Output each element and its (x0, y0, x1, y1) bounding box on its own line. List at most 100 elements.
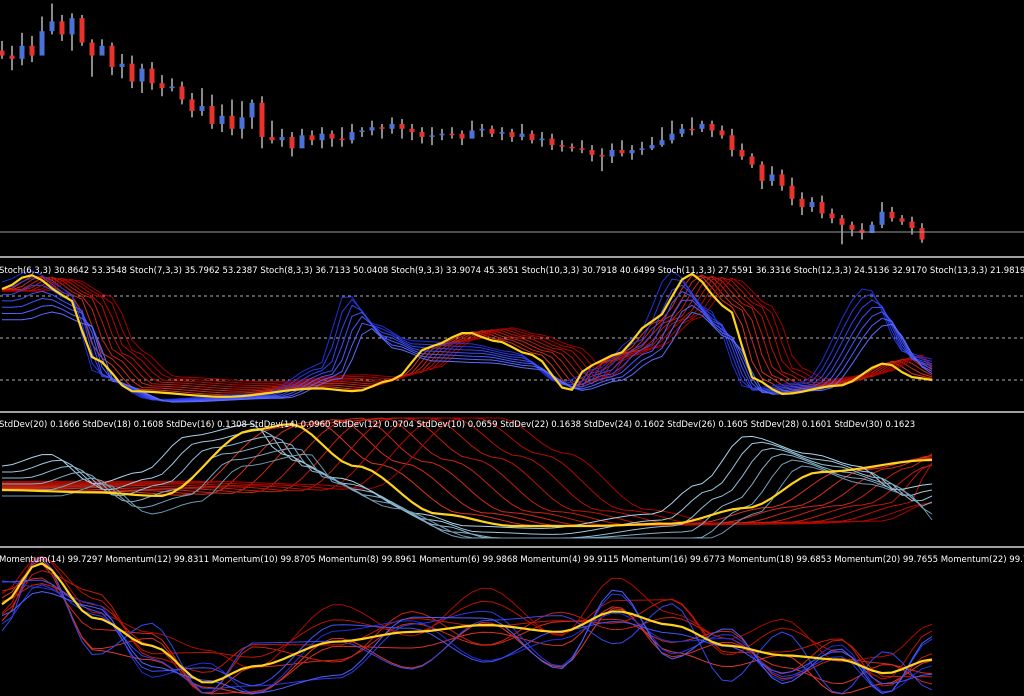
candle-body (729, 135, 735, 150)
legend-entry: StdDev(16) 0.1308 (166, 420, 250, 430)
candle-body (99, 45, 105, 56)
legend-entry: Momentum(14) 99.7297 (0, 555, 105, 565)
candle-body (619, 149, 625, 154)
candle-body (679, 128, 685, 134)
candle-body (199, 106, 205, 111)
candle-body (259, 102, 265, 137)
candle-body (319, 133, 325, 141)
candle-body (779, 174, 785, 186)
candle-body (889, 211, 895, 219)
candle-body (479, 128, 485, 131)
candle-body (289, 136, 295, 149)
legend-entry: Stoch(6,3,3) 30.8642 53.3548 (0, 266, 130, 276)
legend-entry: StdDev(10) 0.0659 (417, 420, 501, 430)
candle-body (49, 21, 55, 32)
candle-body (439, 133, 445, 136)
candle-body (159, 83, 165, 89)
candle-body (339, 138, 345, 141)
legend-entry: Momentum(12) 99.8311 (105, 555, 211, 565)
legend-entry: StdDev(20) 0.1666 (0, 420, 83, 430)
candle[interactable] (79, 14, 85, 46)
candle-body (689, 128, 695, 131)
candle-body (209, 106, 215, 124)
legend-entry: Momentum(8) 99.8961 (318, 555, 419, 565)
candle-body (749, 156, 755, 165)
legend-entry: Stoch(7,3,3) 35.7962 53.2387 (130, 266, 261, 276)
candle-body (409, 128, 415, 133)
candle-body (829, 213, 835, 219)
candle-body (569, 146, 575, 149)
legend-entry: Stoch(11,3,3) 27.5591 36.3316 (658, 266, 794, 276)
candle-body (449, 133, 455, 136)
candle-body (659, 140, 665, 146)
candle-body (79, 18, 85, 43)
candle-body (759, 164, 765, 181)
candle-body (649, 145, 655, 149)
legend-entry: Momentum(6) 99.9868 (419, 555, 520, 565)
legend-entry: Stoch(13,3,3) 21.9819 30.3442 (930, 266, 1024, 276)
candle-body (9, 55, 15, 59)
candle-body (909, 221, 915, 229)
candle-body (349, 132, 355, 141)
candle-body (609, 149, 615, 157)
legend-entry: StdDev(14) 0.0960 (250, 420, 334, 430)
candle-body (389, 123, 395, 129)
candle-body (839, 218, 845, 225)
candle-body (519, 133, 525, 137)
candle-body (559, 145, 565, 147)
candle-body (739, 149, 745, 157)
candle-body (919, 228, 925, 240)
candle-body (39, 31, 45, 56)
candle-body (639, 148, 645, 150)
candle-body (799, 198, 805, 207)
candle-body (329, 133, 335, 139)
candle-body (299, 135, 305, 149)
legend-entry: Momentum(20) 99.7655 (834, 555, 940, 565)
legend-entry: StdDev(22) 0.1638 (500, 420, 584, 430)
candle-body (669, 133, 675, 141)
candle-body (359, 130, 365, 133)
candle-body (539, 138, 545, 141)
candle-body (419, 132, 425, 137)
candle-body (189, 99, 195, 111)
candle-body (579, 148, 585, 150)
candle-body (19, 45, 25, 59)
trading-chart-window[interactable]: Stoch(6,3,3) 30.8642 53.3548 Stoch(7,3,3… (0, 0, 1024, 696)
stddev-legend: StdDev(20) 0.1666 StdDev(18) 0.1608 StdD… (0, 420, 915, 430)
candle-body (879, 211, 885, 225)
legend-entry: Momentum(16) 99.6773 (621, 555, 727, 565)
candle-body (139, 68, 145, 82)
candle-body (219, 115, 225, 124)
candle-body (149, 68, 155, 84)
candle-body (469, 130, 475, 139)
legend-entry: StdDev(12) 0.0704 (333, 420, 417, 430)
candle-body (709, 123, 715, 131)
legend-entry: StdDev(24) 0.1602 (584, 420, 668, 430)
candle-body (589, 149, 595, 155)
momentum-legend: Momentum(14) 99.7297 Momentum(12) 99.831… (0, 555, 1024, 565)
candle-body (69, 18, 75, 35)
legend-entry: Momentum(10) 99.8705 (212, 555, 318, 565)
candle-body (249, 102, 255, 118)
stoch-legend: Stoch(6,3,3) 30.8642 53.3548 Stoch(7,3,3… (0, 266, 1024, 276)
candle-body (789, 185, 795, 199)
candle-body (89, 42, 95, 56)
candle-body (109, 45, 115, 67)
legend-entry: Stoch(8,3,3) 36.7133 50.0408 (260, 266, 391, 276)
legend-entry: Stoch(9,3,3) 33.9074 45.3651 (391, 266, 522, 276)
legend-entry: Momentum(4) 99.9115 (520, 555, 621, 565)
legend-entry: Momentum(18) 99.6853 (728, 555, 834, 565)
candle-body (769, 174, 775, 181)
candle-body (119, 63, 125, 67)
candle-body (279, 136, 285, 141)
candle-body (29, 45, 35, 56)
candle-body (459, 133, 465, 139)
candle-body (399, 123, 405, 129)
candle-body (499, 132, 505, 134)
legend-entry: Stoch(10,3,3) 30.7918 40.6499 (522, 266, 658, 276)
candle-body (719, 130, 725, 136)
candle-body (179, 86, 185, 100)
candle-body (529, 133, 535, 141)
candle-body (269, 136, 275, 141)
candle-body (899, 218, 905, 222)
